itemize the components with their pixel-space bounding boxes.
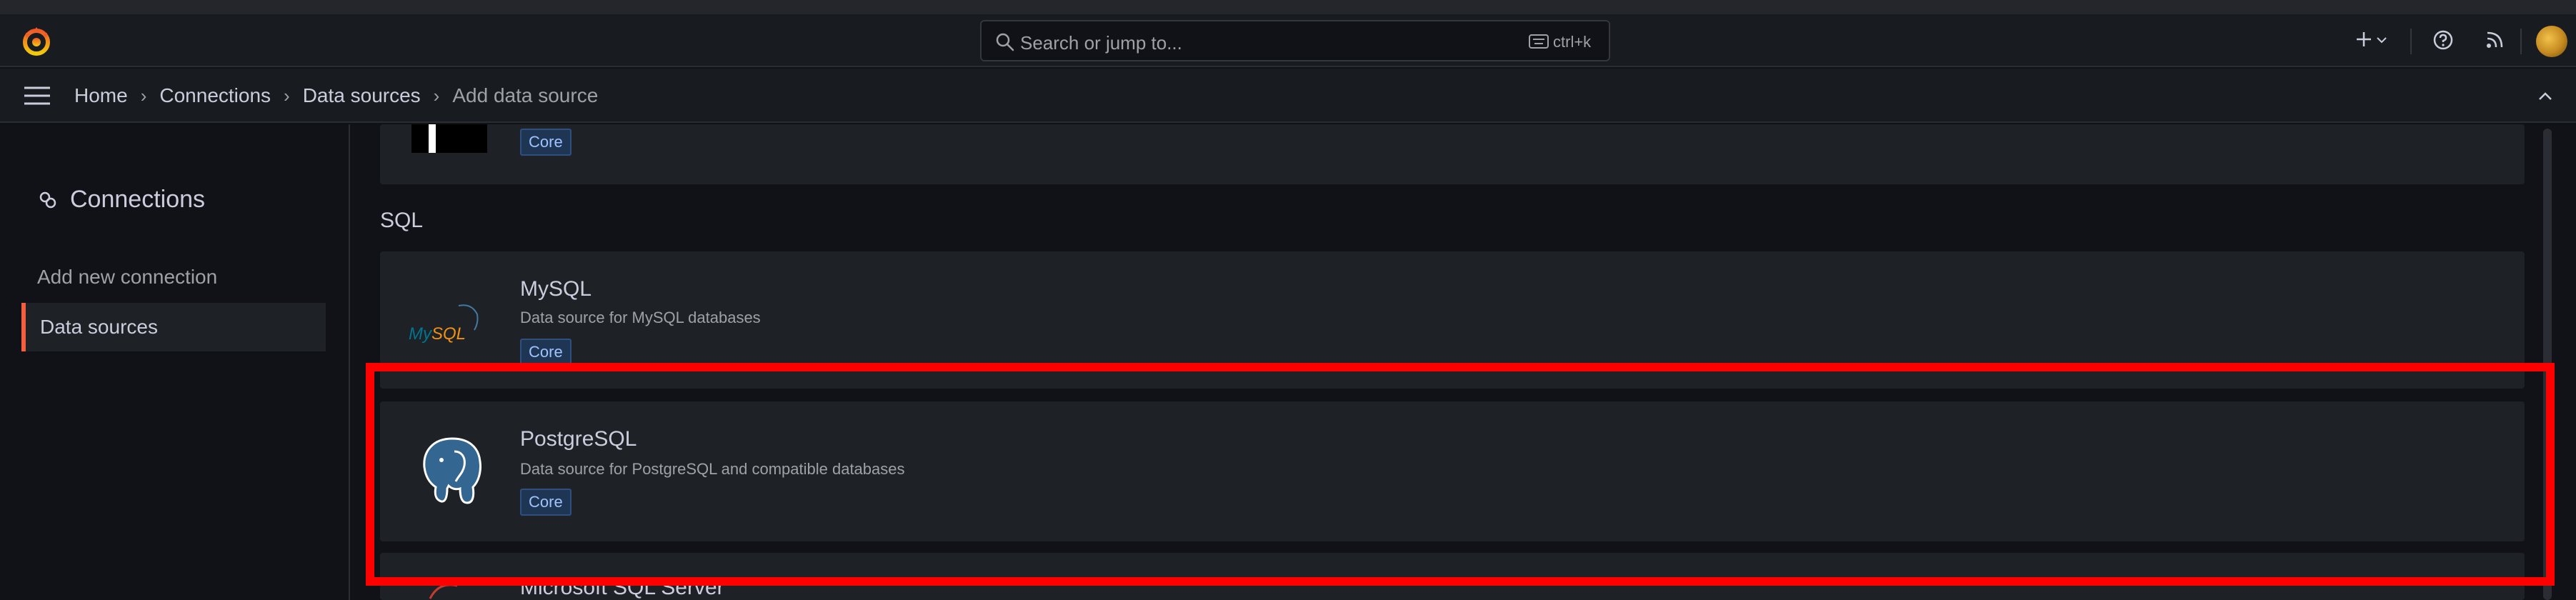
- search-icon: [996, 33, 1014, 51]
- core-badge: Core: [520, 489, 571, 516]
- breadcrumb-bar: Home › Connections › Data sources › Add …: [0, 69, 2576, 123]
- breadcrumb: Home › Connections › Data sources › Add …: [74, 84, 598, 107]
- postgresql-elephant-icon: [423, 437, 481, 504]
- datasource-name: Microsoft SQL Server: [520, 576, 724, 599]
- core-badge: Core: [520, 129, 571, 156]
- sidebar-title: Connections: [37, 186, 205, 214]
- chevron-up-icon[interactable]: [2535, 86, 2556, 107]
- datasource-name: MySQL: [520, 277, 592, 301]
- plus-icon[interactable]: [2353, 29, 2375, 50]
- mysql-logo-text: MySQL: [409, 324, 466, 344]
- datasource-name: PostgreSQL: [520, 427, 637, 451]
- breadcrumb-data-sources[interactable]: Data sources: [303, 84, 421, 107]
- scrollbar[interactable]: [2543, 129, 2552, 600]
- hamburger-icon[interactable]: [23, 86, 51, 106]
- search-shortcut: ctrl+k: [1553, 33, 1592, 51]
- top-navbar: Search or jump to... ctrl+k: [0, 14, 2576, 67]
- section-label-sql: SQL: [380, 209, 424, 232]
- datasource-card[interactable]: Core: [380, 124, 2525, 184]
- help-icon[interactable]: [2432, 29, 2455, 51]
- breadcrumb-separator: ›: [433, 84, 440, 106]
- datasource-card-postgresql[interactable]: PostgreSQL Data source for PostgreSQL an…: [380, 401, 2525, 541]
- breadcrumb-separator: ›: [284, 84, 290, 106]
- datasource-logo: [411, 124, 487, 153]
- sidebar-item-data-sources[interactable]: Data sources: [21, 303, 326, 351]
- toolbar-divider: [2520, 29, 2522, 54]
- avatar[interactable]: [2536, 26, 2567, 57]
- sql-server-logo-icon: [429, 584, 458, 599]
- sidebar-item-label: Add new connection: [37, 266, 218, 288]
- datasource-card-mssql[interactable]: Microsoft SQL Server: [380, 553, 2525, 600]
- main-content: Core SQL MySQL MySQL Data source for MyS…: [351, 124, 2576, 600]
- datasource-description: Data source for PostgreSQL and compatibl…: [520, 460, 905, 478]
- search-input[interactable]: Search or jump to... ctrl+k: [980, 20, 1610, 61]
- datasource-card-mysql[interactable]: MySQL MySQL Data source for MySQL databa…: [380, 251, 2525, 389]
- search-placeholder: Search or jump to...: [1020, 32, 1182, 54]
- rss-icon[interactable]: [2485, 30, 2505, 50]
- mysql-logo: MySQL: [409, 293, 494, 350]
- sidebar: Connections Add new connection Data sour…: [0, 124, 350, 600]
- sidebar-title-label: Connections: [70, 186, 206, 213]
- breadcrumb-connections[interactable]: Connections: [159, 84, 271, 107]
- datasource-description: Data source for MySQL databases: [520, 309, 761, 326]
- chevron-down-icon[interactable]: [2376, 36, 2387, 44]
- breadcrumb-home[interactable]: Home: [74, 84, 128, 107]
- breadcrumb-add-data-source: Add data source: [452, 84, 599, 106]
- grafana-logo-icon[interactable]: [20, 24, 53, 57]
- toolbar-divider: [2410, 29, 2412, 54]
- keyboard-icon: [1529, 34, 1549, 49]
- window-top-strip: [0, 0, 2576, 14]
- breadcrumb-separator: ›: [140, 84, 147, 106]
- sidebar-item-label: Data sources: [40, 316, 158, 338]
- core-badge: Core: [520, 339, 571, 366]
- connections-icon: [39, 191, 56, 208]
- sidebar-item-add-new-connection[interactable]: Add new connection: [21, 253, 326, 301]
